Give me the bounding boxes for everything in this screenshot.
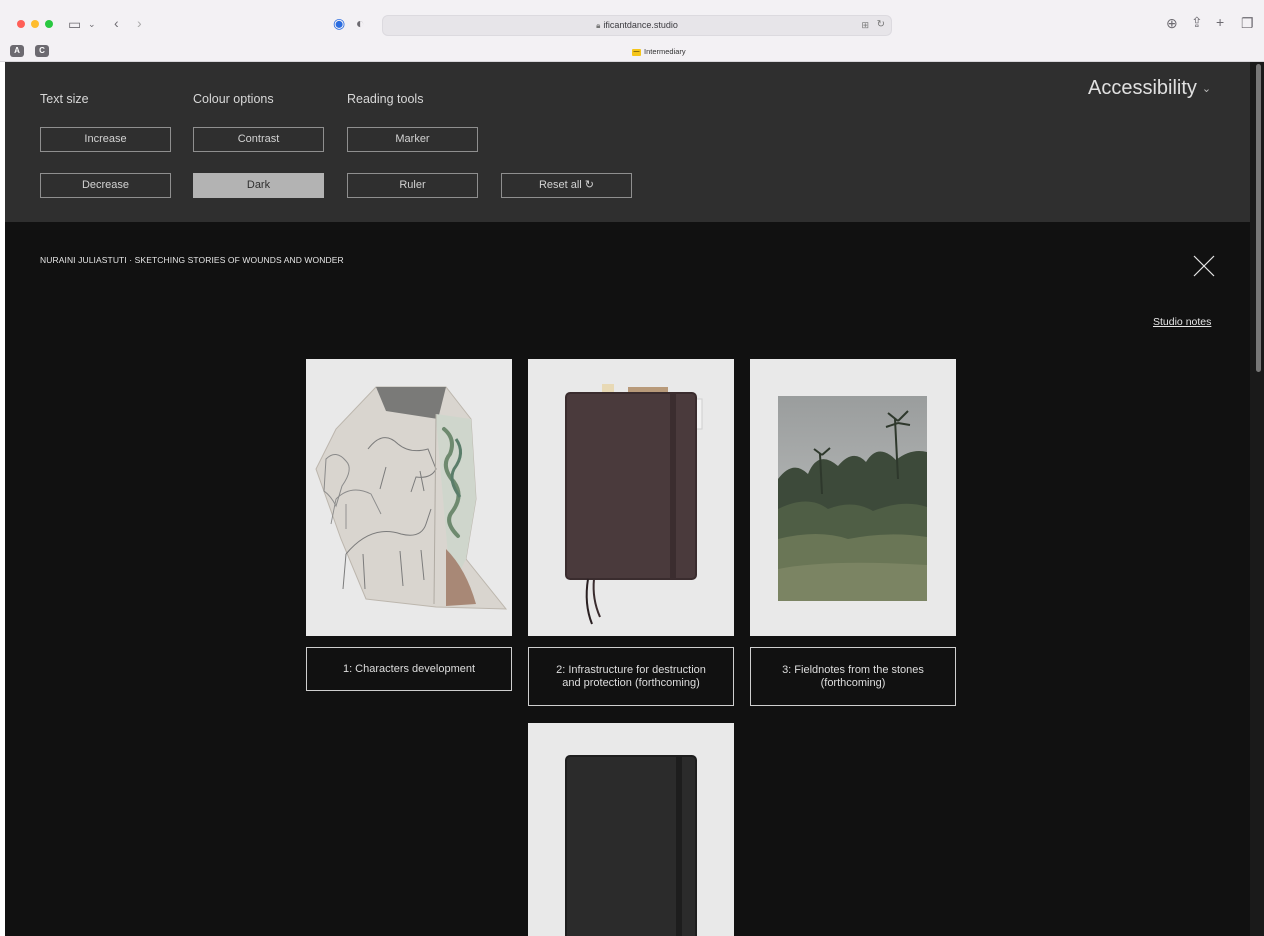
contrast-button[interactable]: Contrast bbox=[193, 127, 324, 152]
password-manager-icon[interactable]: ◉ bbox=[333, 16, 345, 30]
download-icon[interactable]: ⊕ bbox=[1166, 16, 1178, 30]
tab-group-chip-c[interactable]: C bbox=[35, 45, 49, 57]
accessibility-toggle[interactable]: Accessibility ⌄ bbox=[1088, 77, 1211, 100]
accessibility-title: Accessibility bbox=[1088, 77, 1197, 99]
new-tab-icon[interactable]: + bbox=[1216, 15, 1224, 29]
page-title: NURAINI JULIASTUTI · SKETCHING STORIES O… bbox=[40, 255, 344, 265]
zoom-window-button[interactable] bbox=[45, 20, 53, 28]
privacy-shield-icon[interactable]: ◐ bbox=[356, 16, 364, 30]
text-size-heading: Text size bbox=[40, 92, 89, 106]
marker-button[interactable]: Marker bbox=[347, 127, 478, 152]
card-label-3[interactable]: 3: Fieldnotes from the stones (forthcomi… bbox=[750, 647, 956, 706]
active-tab[interactable]: — Intermediary bbox=[632, 47, 686, 56]
sketchbook-drawing-image bbox=[315, 386, 508, 610]
tab-group-chip-a[interactable]: A bbox=[10, 45, 24, 57]
brown-notebook-image bbox=[565, 384, 703, 625]
sidebar-icon[interactable]: ▭ bbox=[68, 17, 81, 31]
translate-icon[interactable]: ⊞ bbox=[861, 20, 869, 31]
accessibility-panel: Text size Colour options Reading tools I… bbox=[5, 62, 1259, 222]
address-bar[interactable]: 🔒︎ ificantdance.studio ⊞ ↻ bbox=[382, 15, 892, 36]
jungle-photo-image bbox=[778, 396, 927, 601]
main-content: NURAINI JULIASTUTI · SKETCHING STORIES O… bbox=[5, 222, 1259, 936]
lock-icon: 🔒︎ bbox=[596, 21, 601, 30]
card-image-infrastructure[interactable] bbox=[528, 359, 734, 636]
url-text: ificantdance.studio bbox=[603, 20, 678, 30]
ruler-button[interactable]: Ruler bbox=[347, 173, 478, 198]
card-label-2[interactable]: 2: Infrastructure for destruction and pr… bbox=[528, 647, 734, 706]
reading-tools-heading: Reading tools bbox=[347, 92, 424, 106]
colour-options-heading: Colour options bbox=[193, 92, 274, 106]
tab-favicon-icon: — bbox=[632, 48, 641, 56]
browser-chrome: ▭ ⌄ ‹ › ◉ ◐ 🔒︎ ificantdance.studio ⊞ ↻ ⊕ … bbox=[0, 0, 1264, 62]
increase-text-button[interactable]: Increase bbox=[40, 127, 171, 152]
studio-notes-link[interactable]: Studio notes bbox=[1153, 316, 1211, 328]
card-image-characters-development[interactable] bbox=[306, 359, 512, 636]
card-image-fieldnotes[interactable] bbox=[750, 359, 956, 636]
decrease-text-button[interactable]: Decrease bbox=[40, 173, 171, 198]
close-window-button[interactable] bbox=[17, 20, 25, 28]
card-label-1[interactable]: 1: Characters development bbox=[306, 647, 512, 691]
dark-mode-button[interactable]: Dark bbox=[193, 173, 324, 198]
reload-icon[interactable]: ↻ bbox=[877, 19, 885, 30]
reset-all-button[interactable]: Reset all ↻ bbox=[501, 173, 632, 198]
share-icon[interactable]: ⇪ bbox=[1191, 15, 1203, 29]
minimize-window-button[interactable] bbox=[31, 20, 39, 28]
black-notebook-image bbox=[565, 755, 697, 936]
card-image-black-notebook[interactable] bbox=[528, 723, 734, 936]
chevron-down-icon[interactable]: ⌄ bbox=[88, 17, 96, 31]
back-icon[interactable]: ‹ bbox=[114, 16, 119, 30]
scrollbar-thumb[interactable] bbox=[1256, 64, 1261, 372]
tab-overview-icon[interactable]: ❐ bbox=[1241, 16, 1254, 30]
chevron-down-icon: ⌄ bbox=[1201, 83, 1212, 96]
tab-title: Intermediary bbox=[644, 47, 686, 56]
close-icon[interactable] bbox=[1192, 254, 1216, 278]
forward-icon[interactable]: › bbox=[137, 16, 142, 30]
